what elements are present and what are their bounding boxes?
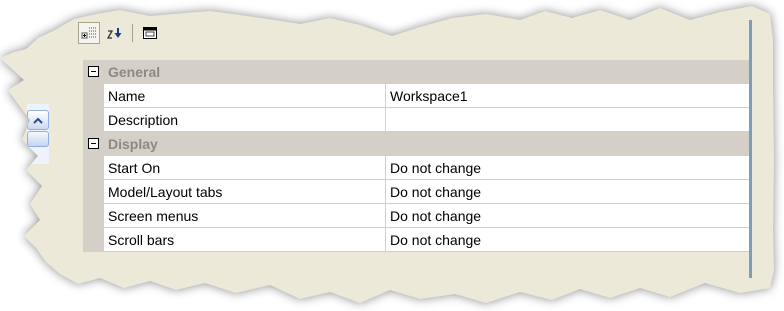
toolbar-separator bbox=[132, 24, 133, 42]
scroll-up-button[interactable] bbox=[27, 110, 49, 130]
property-name: Description bbox=[104, 108, 386, 131]
property-name: Name bbox=[104, 84, 386, 107]
categorized-view-icon bbox=[81, 27, 96, 39]
property-row-description[interactable]: Description bbox=[83, 108, 749, 132]
property-row-scroll-bars[interactable]: Scroll bars Do not change bbox=[83, 228, 749, 252]
property-value-dropdown[interactable]: Do not change bbox=[386, 156, 749, 179]
palette-background: General Name Workspace1 Description Disp… bbox=[0, 6, 774, 303]
palette-right-border bbox=[749, 20, 752, 278]
property-value-dropdown[interactable]: Do not change bbox=[386, 204, 749, 227]
categorized-view-button[interactable] bbox=[78, 22, 100, 44]
property-pages-button[interactable] bbox=[139, 22, 161, 44]
property-name: Model/Layout tabs bbox=[104, 180, 386, 203]
property-value-dropdown[interactable]: Do not change bbox=[386, 180, 749, 203]
sort-alphabetical-button[interactable] bbox=[104, 22, 126, 44]
property-name: Screen menus bbox=[104, 204, 386, 227]
category-row-general[interactable]: General bbox=[83, 60, 749, 84]
property-name: Scroll bars bbox=[104, 228, 386, 251]
property-value-field[interactable] bbox=[386, 108, 749, 131]
category-label: Display bbox=[108, 135, 158, 152]
property-pages-icon bbox=[143, 27, 157, 39]
property-grid: General Name Workspace1 Description Disp… bbox=[83, 60, 749, 252]
property-name: Start On bbox=[104, 156, 386, 179]
torn-screenshot-frame: General Name Workspace1 Description Disp… bbox=[0, 0, 784, 311]
properties-toolbar bbox=[78, 20, 165, 46]
collapse-icon[interactable] bbox=[88, 138, 99, 149]
property-row-model-layout-tabs[interactable]: Model/Layout tabs Do not change bbox=[83, 180, 749, 204]
property-value-field[interactable]: Workspace1 bbox=[386, 84, 749, 107]
category-row-display[interactable]: Display bbox=[83, 132, 749, 156]
sort-alphabetical-icon bbox=[106, 28, 122, 39]
property-row-screen-menus[interactable]: Screen menus Do not change bbox=[83, 204, 749, 228]
property-row-name[interactable]: Name Workspace1 bbox=[83, 84, 749, 108]
scrollbar-thumb[interactable] bbox=[27, 131, 49, 147]
category-label: General bbox=[108, 63, 161, 80]
collapse-icon[interactable] bbox=[88, 66, 99, 77]
property-row-start-on[interactable]: Start On Do not change bbox=[83, 156, 749, 180]
property-value-dropdown[interactable]: Do not change bbox=[386, 228, 749, 251]
chevron-up-icon bbox=[33, 117, 43, 124]
